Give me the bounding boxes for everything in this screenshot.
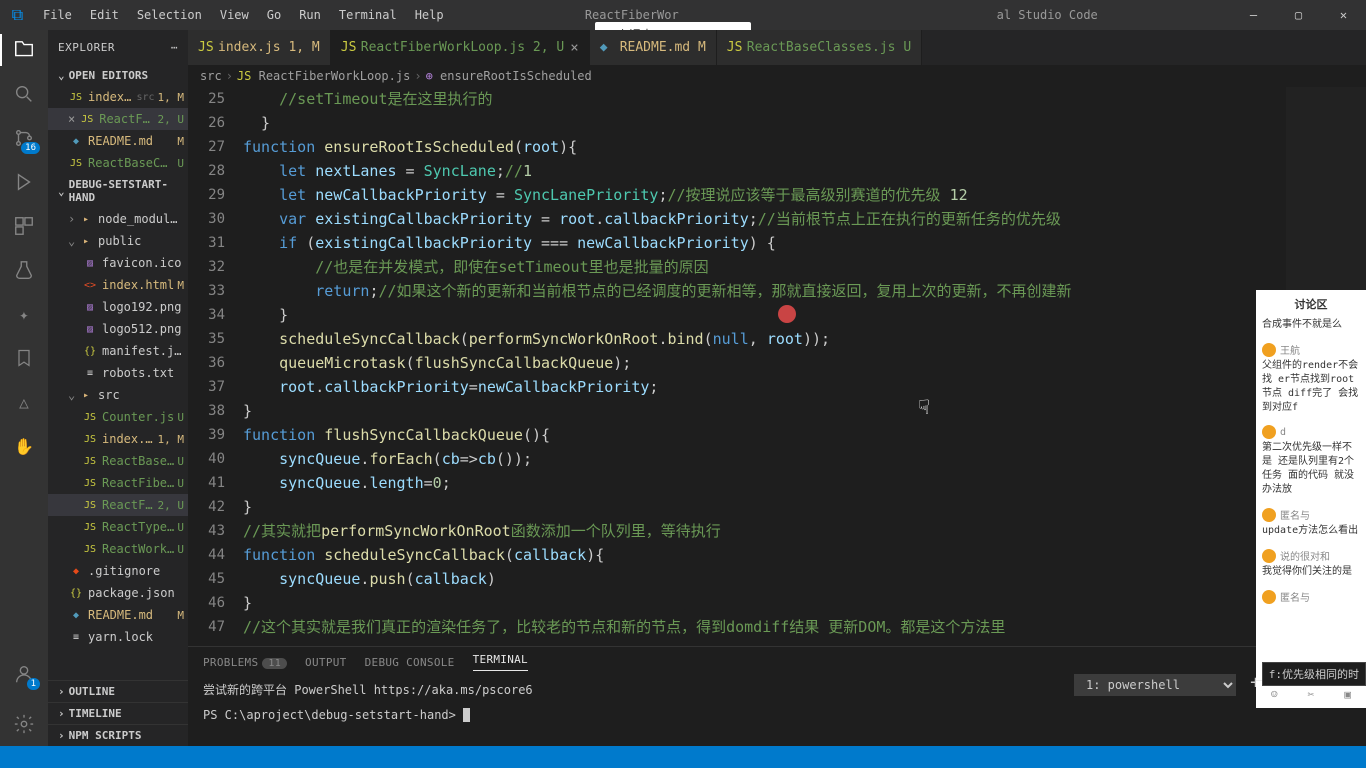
chat-message: 合成事件不就是么: [1262, 318, 1360, 332]
hand-icon[interactable]: ✋: [12, 434, 36, 458]
window-title: ReactFiberWor al Studio Code: [452, 8, 1231, 22]
tree-item[interactable]: ▨logo192.png: [48, 296, 188, 318]
explorer-icon[interactable]: [12, 38, 36, 62]
tree-item[interactable]: ⌄▸src: [48, 384, 188, 406]
open-editor-item[interactable]: JSReactBaseCl...U: [48, 152, 188, 174]
editor-tab[interactable]: ◆README.md M: [590, 30, 717, 65]
tree-item[interactable]: JSReactWorkT...U: [48, 538, 188, 560]
more-icon[interactable]: ⋯: [171, 41, 178, 54]
chat-message: d第二次优先级一样不是 还是队列里有2个任务 面的代码 就没办法放: [1262, 425, 1360, 497]
code-editor[interactable]: 2526272829303132333435363738394041424344…: [188, 87, 1366, 646]
extensions-icon[interactable]: [12, 214, 36, 238]
close-icon[interactable]: ×: [570, 40, 578, 56]
tree-item[interactable]: JSindex.js1, M: [48, 428, 188, 450]
maximize-button[interactable]: ▢: [1276, 0, 1321, 30]
chat-message: 匿名与update方法怎么看出: [1262, 507, 1360, 538]
source-control-icon[interactable]: 16: [12, 126, 36, 150]
tooltip: f:优先级相同的时: [1262, 662, 1366, 686]
search-icon[interactable]: [12, 82, 36, 106]
outline-section[interactable]: ›OUTLINE: [48, 680, 188, 702]
vscode-icon: ⧉: [0, 5, 35, 25]
editor-tab[interactable]: JSReactFiberWorkLoop.js 2, U×: [331, 30, 590, 65]
tree-item[interactable]: {}package.json: [48, 582, 188, 604]
tree-item[interactable]: ≡robots.txt: [48, 362, 188, 384]
tree-item[interactable]: ◆.gitignore: [48, 560, 188, 582]
laser-pointer: [778, 305, 796, 323]
menu-go[interactable]: Go: [259, 4, 289, 26]
tree-item[interactable]: ▨favicon.ico: [48, 252, 188, 274]
tree-item[interactable]: JSCounter.jsU: [48, 406, 188, 428]
menu-file[interactable]: File: [35, 4, 80, 26]
menu-bar: FileEditSelectionViewGoRunTerminalHelp: [35, 4, 452, 26]
menu-selection[interactable]: Selection: [129, 4, 210, 26]
minimize-button[interactable]: —: [1231, 0, 1276, 30]
open-editors-section[interactable]: ⌄OPEN EDITORS: [48, 65, 188, 86]
chat-title: 讨论区: [1256, 290, 1366, 318]
menu-help[interactable]: Help: [407, 4, 452, 26]
sparkle-icon[interactable]: ✦: [12, 302, 36, 326]
tree-item[interactable]: ≡yarn.lock: [48, 626, 188, 648]
tree-item[interactable]: ▨logo512.png: [48, 318, 188, 340]
tree-item[interactable]: JSReactBaseC...U: [48, 450, 188, 472]
tree-item[interactable]: JSReactFiberR...U: [48, 472, 188, 494]
tree-item[interactable]: {}manifest.json: [48, 340, 188, 362]
close-button[interactable]: ✕: [1321, 0, 1366, 30]
menu-terminal[interactable]: Terminal: [331, 4, 405, 26]
sidebar-title: EXPLORER⋯: [48, 30, 188, 65]
chat-message: 匿名与: [1262, 589, 1360, 604]
debug-icon[interactable]: [12, 170, 36, 194]
editor-area: JSindex.js 1, MJSReactFiberWorkLoop.js 2…: [188, 30, 1366, 746]
open-editor-item[interactable]: ◆README.mdM: [48, 130, 188, 152]
panel-tab-debug-console[interactable]: DEBUG CONSOLE: [365, 656, 455, 669]
settings-icon[interactable]: [12, 712, 36, 736]
timeline-section[interactable]: ›TIMELINE: [48, 702, 188, 724]
workspace-section[interactable]: ⌄DEBUG-SETSTART-HAND: [48, 174, 188, 208]
scissors-icon[interactable]: ✂: [1308, 688, 1315, 701]
chat-message: 王航父组件的render不会找 er节点找到root节点 diff完了 会找到对…: [1262, 342, 1360, 415]
tree-item[interactable]: ›▸node_modules: [48, 208, 188, 230]
bottom-panel: PROBLEMS11OUTPUTDEBUG CONSOLETERMINAL 尝试…: [188, 646, 1366, 746]
chat-message: 说的很对和我觉得你们关注的是: [1262, 548, 1360, 579]
tree-item[interactable]: <>index.htmlM: [48, 274, 188, 296]
tree-item[interactable]: JSReactFib...2, U: [48, 494, 188, 516]
test-icon[interactable]: [12, 258, 36, 282]
emoji-icon[interactable]: ☺: [1271, 688, 1278, 701]
open-editor-item[interactable]: ×JSReactFiber...2, U: [48, 108, 188, 130]
bookmark-icon[interactable]: [12, 346, 36, 370]
panel-tab-problems[interactable]: PROBLEMS11: [203, 656, 287, 669]
open-editor-item[interactable]: JSindex.jssrc1, M: [48, 86, 188, 108]
image-icon[interactable]: ▣: [1344, 688, 1351, 701]
tree-item[interactable]: ◆README.mdM: [48, 604, 188, 626]
tree-item[interactable]: JSReactType...U: [48, 516, 188, 538]
editor-tab[interactable]: JSindex.js 1, M: [188, 30, 331, 65]
menu-view[interactable]: View: [212, 4, 257, 26]
menu-run[interactable]: Run: [291, 4, 329, 26]
editor-tabs: JSindex.js 1, MJSReactFiberWorkLoop.js 2…: [188, 30, 1366, 65]
breadcrumb[interactable]: src›JS ReactFiberWorkLoop.js›⊕ ensureRoo…: [188, 65, 1366, 87]
chat-panel: 讨论区 合成事件不就是么王航父组件的render不会找 er节点找到root节点…: [1256, 290, 1366, 708]
panel-tab-output[interactable]: OUTPUT: [305, 656, 347, 669]
account-icon[interactable]: 1: [12, 662, 36, 686]
statusbar[interactable]: [0, 746, 1366, 768]
tree-item[interactable]: ⌄▸public: [48, 230, 188, 252]
panel-tab-terminal[interactable]: TERMINAL: [473, 653, 528, 671]
menu-edit[interactable]: Edit: [82, 4, 127, 26]
editor-tab[interactable]: JSReactBaseClasses.js U: [717, 30, 922, 65]
sidebar-explorer: EXPLORER⋯ ⌄OPEN EDITORS JSindex.jssrc1, …: [48, 30, 188, 746]
activity-bar: 16 ✦ △ ✋ 1: [0, 30, 48, 746]
terminal-selector[interactable]: 1: powershell: [1074, 674, 1236, 696]
npm-scripts-section[interactable]: ›NPM SCRIPTS: [48, 724, 188, 746]
triangle-icon[interactable]: △: [12, 390, 36, 414]
